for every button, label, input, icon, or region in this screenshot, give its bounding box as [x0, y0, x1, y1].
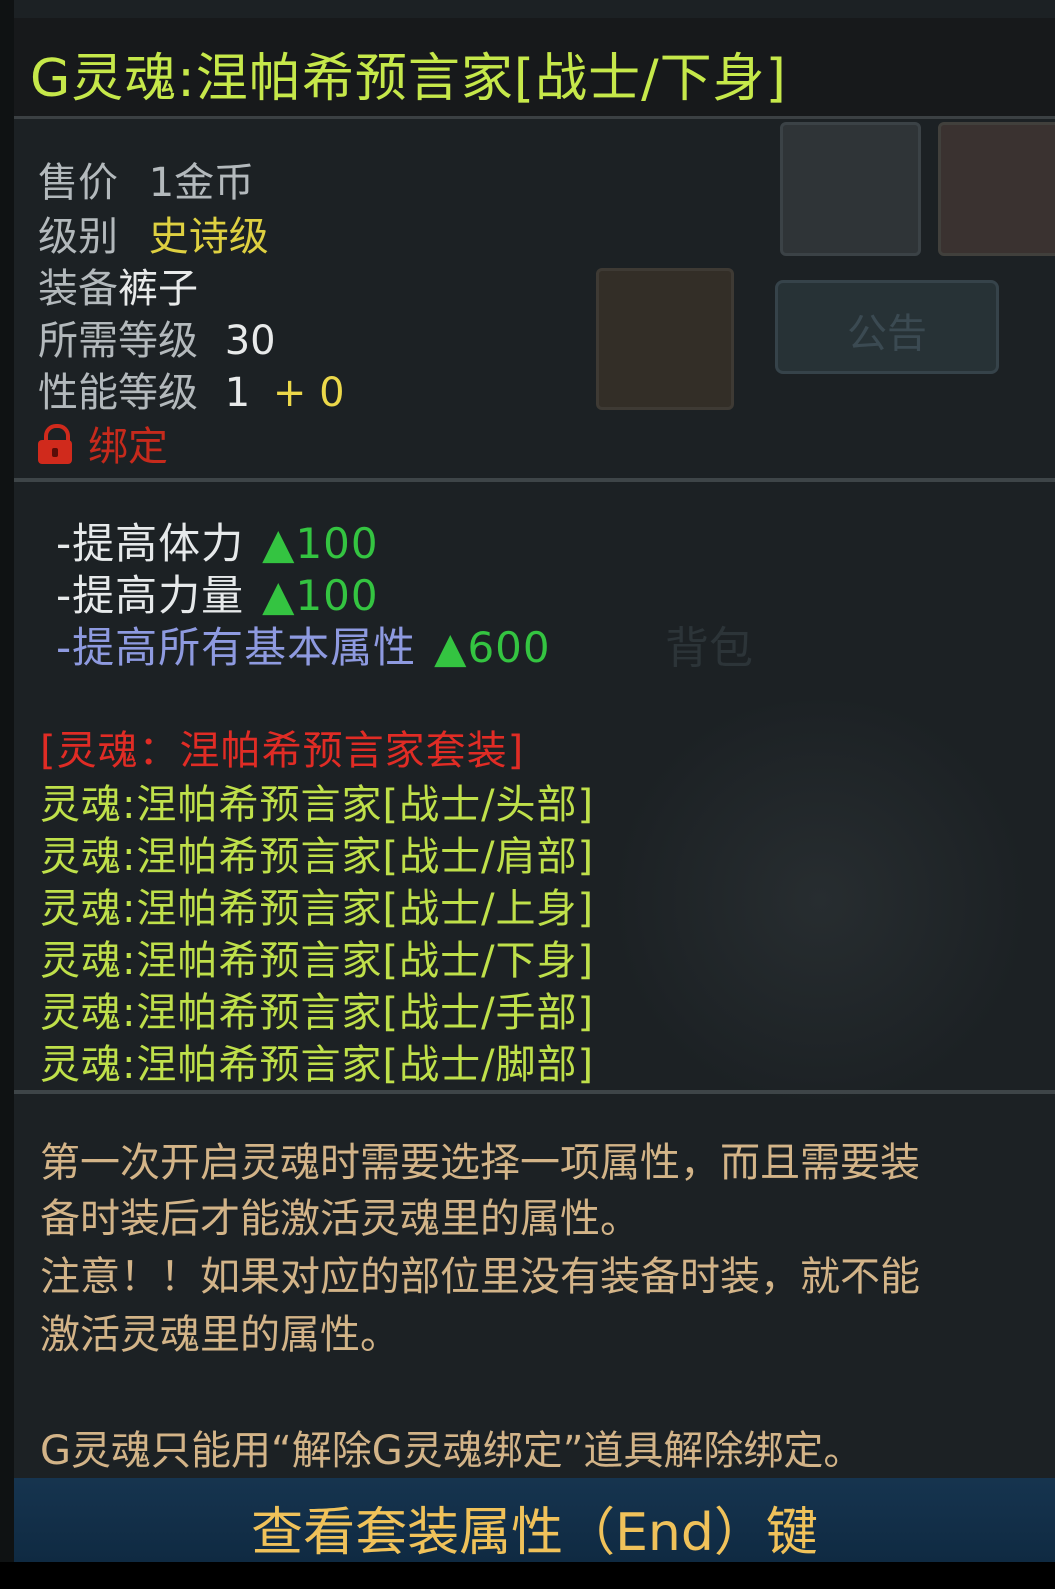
attribute-value: ▲100	[262, 519, 379, 568]
rarity-value: 史诗级	[148, 214, 269, 260]
set-section: [灵魂：涅帕希预言家套装] 灵魂:涅帕希预言家[战士/头部] 灵魂:涅帕希预言家…	[14, 718, 1055, 1088]
item-description: 第一次开启灵魂时需要选择一项属性，而且需要装 备时装后才能激活灵魂里的属性。 注…	[14, 1120, 1055, 1475]
attribute-label: -提高力量	[56, 571, 245, 620]
rarity-row: 级别 史诗级	[38, 204, 269, 262]
item-info: 售价 1金币 级别 史诗级 装备裤子 所需等级 30 性能等级 1 + 0 绑定	[14, 128, 1055, 473]
item-tooltip: 公告 背包 G灵魂:涅帕希预言家[战士/下身] 售价 1金币 级别 史诗级 装备…	[0, 0, 1055, 1589]
description-line: 第一次开启灵魂时需要选择一项属性，而且需要装	[40, 1140, 920, 1186]
performance-level-row: 性能等级 1 + 0	[38, 360, 345, 418]
attribute-label: -提高体力	[56, 519, 245, 568]
description-line: G灵魂只能用“解除G灵魂绑定”道具解除绑定。	[40, 1428, 864, 1474]
tooltip-left-border	[0, 0, 14, 1589]
performance-level-bonus: + 0	[272, 370, 345, 416]
set-item: 灵魂:涅帕希预言家[战士/脚部]	[40, 1042, 595, 1088]
section-divider	[14, 478, 1055, 482]
attribute-value: ▲600	[434, 623, 551, 672]
set-title: [灵魂：涅帕希预言家套装]	[40, 728, 525, 774]
description-line: 激活灵魂里的属性。	[40, 1312, 400, 1358]
attribute-label: -提高所有基本属性	[56, 623, 417, 672]
equip-value: 裤子	[118, 266, 198, 312]
equip-label: 装备	[38, 266, 118, 312]
price-label: 售价	[38, 160, 118, 206]
view-set-attributes-bar[interactable]: 查看套装属性（End）键	[14, 1478, 1055, 1563]
equip-slot-row: 装备裤子	[38, 256, 198, 314]
view-set-attributes-label: 查看套装属性（End）键	[251, 1503, 818, 1563]
attribute-row: -提高所有基本属性 ▲600	[56, 614, 551, 675]
required-level-row: 所需等级 30	[38, 308, 276, 366]
set-item: 灵魂:涅帕希预言家[战士/肩部]	[40, 834, 595, 880]
section-divider	[14, 1090, 1055, 1094]
tooltip-bottom-border	[0, 1562, 1055, 1589]
lock-icon	[38, 424, 72, 464]
set-item: 灵魂:涅帕希预言家[战士/头部]	[40, 782, 595, 828]
performance-level-base: 1	[224, 370, 251, 416]
required-level-label: 所需等级	[38, 318, 198, 364]
bind-status: 绑定	[88, 424, 168, 470]
tooltip-header: G灵魂:涅帕希预言家[战士/下身]	[14, 18, 1055, 119]
set-item: 灵魂:涅帕希预言家[战士/上身]	[40, 886, 595, 932]
price-row: 售价 1金币	[38, 150, 254, 208]
set-item: 灵魂:涅帕希预言家[战士/下身]	[40, 938, 595, 984]
attribute-value: ▲100	[262, 571, 379, 620]
required-level-value: 30	[224, 318, 276, 364]
item-title: G灵魂:涅帕希预言家[战士/下身]	[30, 49, 787, 109]
description-line: 注意！！如果对应的部位里没有装备时装，就不能	[40, 1254, 920, 1300]
set-item: 灵魂:涅帕希预言家[战士/手部]	[40, 990, 595, 1036]
description-line: 备时装后才能激活灵魂里的属性。	[40, 1196, 640, 1242]
bind-status-row: 绑定	[38, 414, 168, 472]
rarity-label: 级别	[38, 214, 118, 260]
attribute-list: -提高体力 ▲100 -提高力量 ▲100 -提高所有基本属性 ▲600	[14, 500, 1055, 680]
price-value: 1金币	[148, 160, 255, 206]
performance-level-label: 性能等级	[38, 370, 198, 416]
